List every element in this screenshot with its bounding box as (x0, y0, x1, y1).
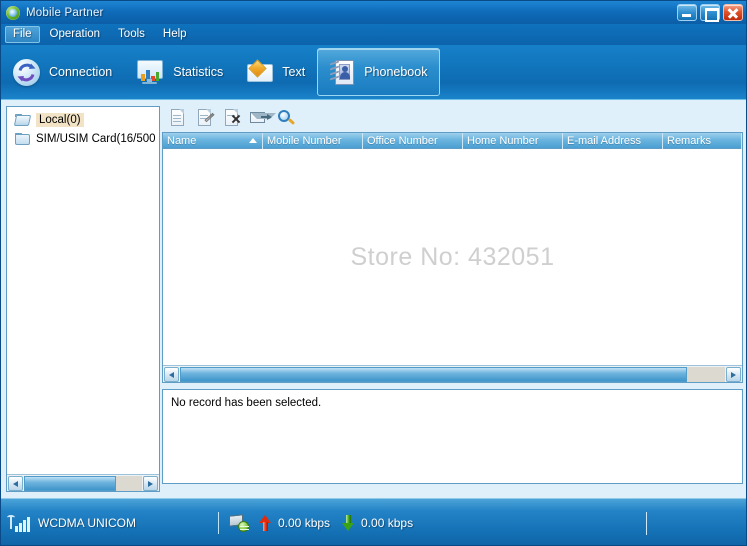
minimize-button[interactable] (677, 4, 697, 21)
no-record-message: No record has been selected. (171, 397, 322, 409)
column-header-mobile-number[interactable]: Mobile Number (263, 133, 363, 149)
tree-item-local-label: Local(0) (36, 112, 84, 127)
column-header-office-number[interactable]: Office Number (363, 133, 463, 149)
download-arrow-icon (342, 515, 355, 531)
tree-horizontal-scrollbar[interactable] (7, 474, 159, 491)
download-rate: 0.00 kbps (361, 516, 414, 530)
tab-text[interactable]: Text (235, 48, 317, 97)
tab-connection[interactable]: Connection (1, 48, 124, 97)
table-body[interactable]: Store No: 432051 (163, 150, 742, 365)
application-window: Mobile Partner File Operation Tools Help (0, 0, 747, 546)
scroll-track[interactable] (24, 475, 142, 491)
send-message-button[interactable] (250, 109, 276, 127)
upload-arrow-icon (259, 515, 271, 531)
scroll-thumb[interactable] (180, 366, 687, 382)
search-contact-button[interactable] (277, 109, 296, 127)
connection-sync-icon (13, 58, 40, 86)
maximize-button[interactable] (700, 4, 720, 22)
text-envelope-icon (247, 58, 274, 83)
delete-contact-button[interactable] (223, 109, 241, 127)
table-horizontal-scrollbar[interactable] (163, 365, 742, 382)
new-contact-button[interactable] (169, 109, 187, 127)
column-header-email-address[interactable]: E-mail Address (563, 133, 663, 149)
menu-item-file[interactable]: File (5, 26, 40, 43)
tab-connection-label: Connection (49, 65, 113, 79)
menu-item-operation[interactable]: Operation (42, 26, 109, 43)
tree-item-local[interactable]: Local(0) (7, 110, 159, 129)
menu-item-help[interactable]: Help (155, 26, 195, 43)
scroll-right-button[interactable] (143, 475, 158, 491)
scroll-track[interactable] (180, 366, 725, 382)
tab-text-label: Text (282, 65, 306, 79)
close-button[interactable] (723, 4, 743, 21)
phonebook-main-panel: Name Mobile Number Office Number Home Nu… (162, 104, 743, 492)
main-toolbar: Connection Statistics Text Phonebook (1, 45, 746, 100)
scroll-left-button[interactable] (164, 366, 179, 382)
phonebook-tree-panel: Local(0) SIM/USIM Card(16/500 (6, 106, 160, 492)
signal-bars-icon (7, 514, 31, 532)
edit-contact-button[interactable] (196, 109, 215, 127)
status-tail-separator (646, 512, 647, 535)
contacts-table: Name Mobile Number Office Number Home Nu… (162, 132, 743, 383)
statistics-monitor-icon (136, 60, 164, 84)
tab-phonebook[interactable]: Phonebook (317, 48, 441, 96)
sort-ascending-icon (249, 138, 257, 143)
store-number-watermark: Store No: 432051 (350, 243, 555, 271)
column-header-remarks[interactable]: Remarks (663, 133, 742, 149)
tab-phonebook-label: Phonebook (364, 65, 428, 79)
column-header-name[interactable]: Name (163, 133, 263, 149)
scroll-left-button[interactable] (8, 475, 23, 491)
tab-statistics[interactable]: Statistics (124, 48, 235, 97)
connection-status-icon (229, 513, 249, 532)
contact-toolbar (162, 104, 743, 132)
mobile-partner-icon (6, 5, 20, 20)
window-controls (677, 4, 743, 22)
menu-bar: File Operation Tools Help (1, 24, 746, 45)
tab-statistics-label: Statistics (173, 65, 224, 79)
tree-item-sim-label: SIM/USIM Card(16/500 (36, 132, 156, 145)
upload-rate: 0.00 kbps (278, 516, 331, 530)
column-header-home-number[interactable]: Home Number (463, 133, 563, 149)
phonebook-icon (330, 59, 355, 86)
phonebook-tree: Local(0) SIM/USIM Card(16/500 (7, 107, 159, 473)
status-bar: WCDMA UNICOM 0.00 kbps 0.00 kbps (1, 498, 746, 545)
folder-open-icon (13, 113, 32, 126)
menu-item-tools[interactable]: Tools (110, 26, 153, 43)
tree-item-sim[interactable]: SIM/USIM Card(16/500 (7, 129, 159, 148)
scroll-right-button[interactable] (726, 366, 741, 382)
folder-closed-icon (15, 132, 30, 145)
status-separator (218, 512, 219, 534)
network-name: WCDMA UNICOM (38, 516, 136, 530)
record-detail-panel: No record has been selected. (162, 389, 743, 484)
title-bar: Mobile Partner (1, 1, 746, 24)
window-title: Mobile Partner (26, 6, 104, 19)
scroll-thumb[interactable] (24, 475, 117, 491)
table-header-row: Name Mobile Number Office Number Home Nu… (163, 133, 742, 149)
